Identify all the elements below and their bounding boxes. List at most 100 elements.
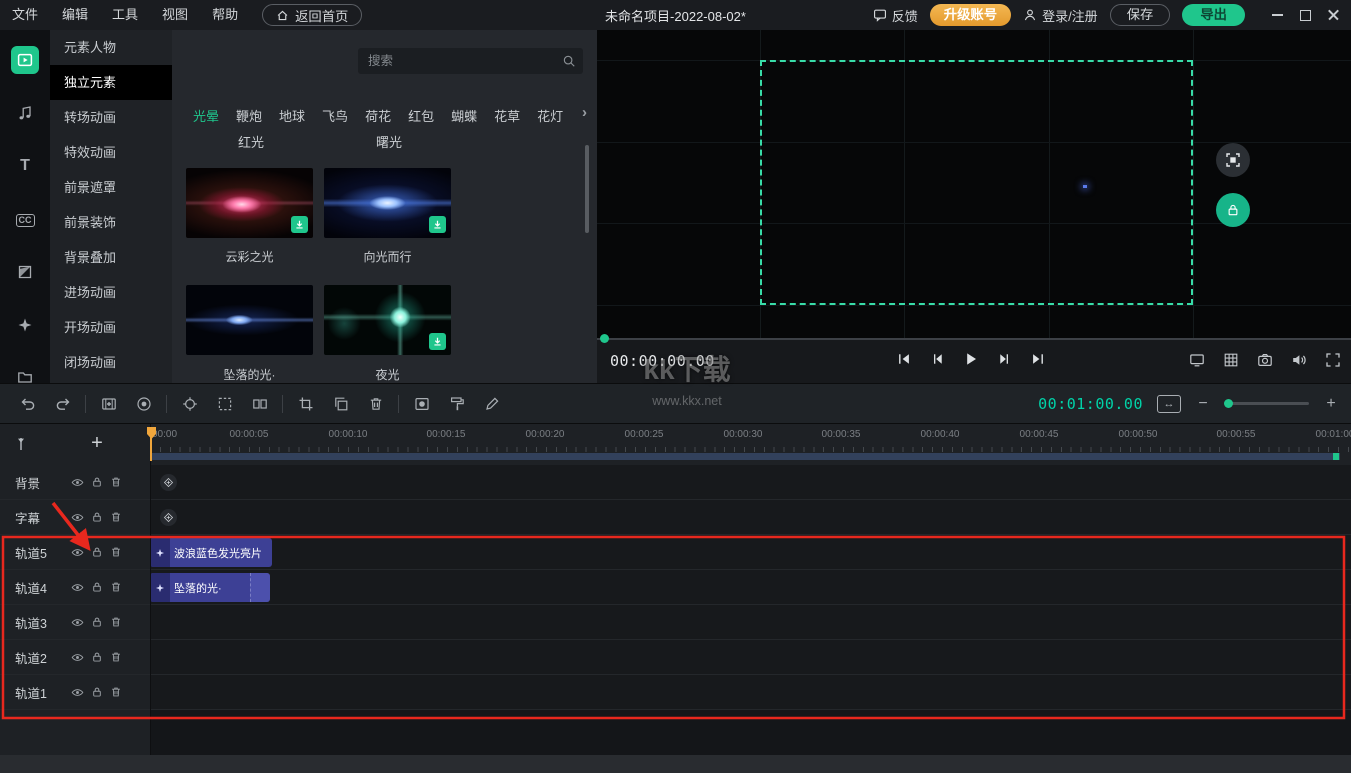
add-keyframe-button[interactable] [160, 509, 177, 526]
edit-button[interactable] [474, 384, 509, 423]
track-delete-button[interactable] [106, 581, 125, 593]
menu-help[interactable]: 帮助 [200, 0, 250, 30]
zoom-in-button[interactable]: + [1323, 395, 1339, 413]
library-scrollbar[interactable] [585, 145, 589, 233]
track-visibility-toggle[interactable] [68, 546, 87, 559]
tag-item[interactable]: 红光 [238, 132, 264, 151]
category-item[interactable]: 前景遮罩 [50, 170, 172, 205]
grid-icon[interactable] [1223, 352, 1239, 368]
tag-item[interactable]: 蝴蝶 [451, 106, 477, 125]
selection-box-button[interactable] [207, 384, 242, 423]
track-visibility-toggle[interactable] [68, 581, 87, 594]
display-settings-icon[interactable] [1189, 352, 1205, 368]
track-delete-button[interactable] [106, 651, 125, 663]
download-icon[interactable] [291, 216, 308, 233]
skip-to-end-button[interactable] [1031, 352, 1045, 366]
volume-icon[interactable] [1291, 352, 1307, 368]
tags-scroll-arrow[interactable]: › [582, 104, 587, 121]
search-input[interactable] [358, 48, 583, 74]
copy-button[interactable] [323, 384, 358, 423]
track-delete-button[interactable] [106, 476, 125, 488]
add-track-button[interactable]: + [86, 429, 108, 457]
playhead-marker-tool[interactable] [13, 436, 29, 452]
track-delete-button[interactable] [106, 546, 125, 558]
category-item[interactable]: 背景叠加 [50, 240, 172, 275]
login-register-button[interactable]: 登录/注册 [1023, 6, 1098, 25]
mask-button[interactable] [404, 384, 439, 423]
lock-aspect-button[interactable] [1216, 193, 1250, 227]
tag-item[interactable]: 鞭炮 [236, 106, 262, 125]
track-lock-toggle[interactable] [87, 616, 106, 628]
zoom-slider-handle[interactable] [1224, 399, 1233, 408]
save-button[interactable]: 保存 [1110, 4, 1171, 26]
track-lock-toggle[interactable] [87, 581, 106, 593]
track-lock-toggle[interactable] [87, 651, 106, 663]
timeline-range-bar[interactable] [150, 453, 1340, 460]
menu-file[interactable]: 文件 [0, 0, 50, 30]
track-lock-toggle[interactable] [87, 686, 106, 698]
record-button[interactable] [126, 384, 161, 423]
fit-timeline-button[interactable]: ↔ [1157, 395, 1181, 413]
timeline-ruler[interactable]: 00:00 00:00:05 00:00:10 00:00:15 00:00:2… [150, 424, 1351, 446]
skip-to-start-button[interactable] [897, 352, 911, 366]
rail-item-text[interactable]: T [0, 151, 50, 181]
category-item[interactable]: 转场动画 [50, 100, 172, 135]
add-to-track-button[interactable] [91, 384, 126, 423]
undo-button[interactable] [10, 384, 45, 423]
timeline-clip[interactable]: 波浪蓝色发光亮片 [150, 538, 272, 567]
track-delete-button[interactable] [106, 616, 125, 628]
track-lock-toggle[interactable] [87, 546, 106, 558]
tag-item[interactable]: 花草 [494, 106, 520, 125]
play-button[interactable] [963, 351, 979, 367]
track-delete-button[interactable] [106, 511, 125, 523]
render-button[interactable] [439, 384, 474, 423]
download-icon[interactable] [429, 216, 446, 233]
zoom-out-button[interactable]: − [1195, 395, 1211, 413]
tag-item[interactable]: 红包 [408, 106, 434, 125]
menu-view[interactable]: 视图 [150, 0, 200, 30]
motion-tracking-button[interactable] [172, 384, 207, 423]
effect-thumbnail[interactable] [186, 168, 313, 238]
category-item[interactable]: 前景装饰 [50, 205, 172, 240]
tag-item-selected[interactable]: 光晕 [193, 106, 219, 125]
seek-handle[interactable] [600, 334, 609, 343]
category-item-selected[interactable]: 独立元素 [50, 65, 172, 100]
fit-screen-button[interactable] [1216, 143, 1250, 177]
next-frame-button[interactable] [998, 352, 1012, 366]
track-visibility-toggle[interactable] [68, 651, 87, 664]
effect-thumbnail[interactable] [186, 285, 313, 355]
tag-item[interactable]: 曙光 [376, 132, 402, 151]
close-icon[interactable] [1319, 0, 1347, 30]
clip-extend-tail[interactable] [250, 573, 270, 602]
tag-item[interactable]: 荷花 [365, 106, 391, 125]
category-item[interactable]: 特效动画 [50, 135, 172, 170]
tag-item[interactable]: 飞鸟 [322, 106, 348, 125]
previous-frame-button[interactable] [930, 352, 944, 366]
track-visibility-toggle[interactable] [68, 686, 87, 699]
rail-item-effects[interactable] [0, 310, 50, 340]
effect-thumbnail[interactable] [324, 168, 451, 238]
tag-item[interactable]: 地球 [279, 106, 305, 125]
feedback-button[interactable]: 反馈 [873, 6, 918, 25]
track-visibility-toggle[interactable] [68, 476, 87, 489]
rail-item-transitions[interactable] [0, 257, 50, 287]
download-icon[interactable] [429, 333, 446, 350]
timeline-clip[interactable]: 坠落的光· [150, 573, 270, 602]
menu-edit[interactable]: 编辑 [50, 0, 100, 30]
back-home-button[interactable]: 返回首页 [262, 4, 362, 26]
category-item[interactable]: 开场动画 [50, 310, 172, 345]
effect-thumbnail[interactable] [324, 285, 451, 355]
track-delete-button[interactable] [106, 686, 125, 698]
category-item[interactable]: 闭场动画 [50, 345, 172, 380]
timeline-zoom-slider[interactable] [1225, 402, 1309, 405]
add-keyframe-button[interactable] [160, 474, 177, 491]
split-button[interactable] [242, 384, 277, 423]
delete-button[interactable] [358, 384, 393, 423]
minimize-icon[interactable] [1263, 0, 1291, 30]
rail-item-captions[interactable]: CC [0, 205, 50, 235]
maximize-icon[interactable] [1291, 0, 1319, 30]
upgrade-account-button[interactable]: 升级账号 [930, 4, 1011, 26]
rail-item-audio[interactable] [0, 98, 50, 128]
crop-button[interactable] [288, 384, 323, 423]
preview-seek-bar[interactable] [597, 338, 1351, 340]
